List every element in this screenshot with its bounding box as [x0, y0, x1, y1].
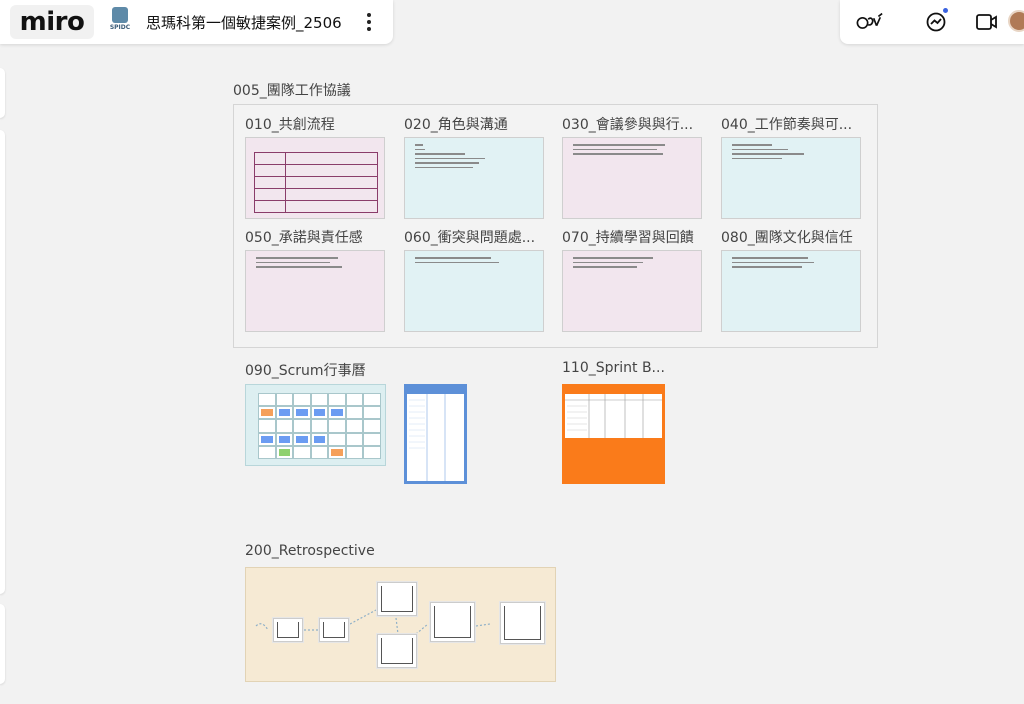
scrum-calendar[interactable]: [245, 384, 386, 466]
product-backlog-board[interactable]: [404, 384, 467, 484]
frame-010-cocreation[interactable]: [245, 137, 385, 219]
left-toolbar-top[interactable]: [0, 68, 5, 118]
frame-040-rhythm[interactable]: [721, 137, 861, 219]
group-title[interactable]: 005_團隊工作協議: [233, 80, 351, 100]
text-lines: [732, 257, 814, 271]
frame-070-learning[interactable]: [562, 250, 702, 332]
left-toolbar-main[interactable]: [0, 130, 5, 594]
retro-card-5[interactable]: [430, 602, 475, 642]
more-options-icon[interactable]: [364, 13, 374, 31]
user-avatar[interactable]: [1008, 10, 1024, 32]
text-lines: [415, 144, 485, 171]
frame-030-meetings[interactable]: [562, 137, 702, 219]
frame-title-020[interactable]: 020_角色與溝通: [404, 114, 508, 134]
retro-card-6[interactable]: [500, 602, 545, 644]
frame-title-200[interactable]: 200_Retrospective: [245, 543, 375, 559]
text-lines: [573, 144, 665, 158]
frame-title-040[interactable]: 040_工作節奏與可...: [721, 114, 852, 134]
retro-card-2[interactable]: [319, 618, 349, 642]
frame-060-conflict[interactable]: [404, 250, 544, 332]
frame-title-080[interactable]: 080_團隊文化與信任: [721, 227, 853, 247]
retro-card-4[interactable]: [377, 634, 417, 668]
frame-050-commitment[interactable]: [245, 250, 385, 332]
retro-card-1[interactable]: [273, 618, 303, 642]
sprint-body: [565, 394, 662, 438]
frame-title-060[interactable]: 060_衝突與問題處...: [404, 227, 535, 247]
collaboration-toolbar: [840, 0, 1024, 44]
board-title[interactable]: 思瑪科第一個敏捷案例_2506: [146, 12, 342, 33]
board-header: miro SPIDC 思瑪科第一個敏捷案例_2506: [0, 0, 393, 44]
frame-title-010[interactable]: 010_共創流程: [245, 114, 335, 134]
board-icon-shape: [112, 7, 128, 23]
frame-title-070[interactable]: 070_持續學習與回饋: [562, 227, 694, 247]
left-toolbar-bottom[interactable]: [0, 604, 5, 684]
reactions-icon[interactable]: [856, 8, 884, 36]
logo-text: miro: [19, 7, 85, 37]
frame-title-030[interactable]: 030_會議參與與行...: [562, 114, 693, 134]
video-call-icon[interactable]: [973, 8, 1001, 36]
sprint-board[interactable]: [562, 384, 665, 484]
chat-icon[interactable]: [922, 8, 950, 36]
board-icon-label: SPIDC: [109, 24, 131, 31]
notification-dot: [943, 8, 948, 13]
frame-title-050[interactable]: 050_承諾與責任感: [245, 227, 363, 247]
backlog-body: [407, 394, 464, 481]
text-lines: [573, 257, 653, 271]
frame-title-110[interactable]: 110_Sprint B...: [562, 360, 665, 376]
miro-logo[interactable]: miro: [10, 5, 94, 39]
retrospective-board[interactable]: [245, 567, 556, 682]
board-icon[interactable]: SPIDC: [108, 7, 132, 37]
retro-card-3[interactable]: [377, 582, 417, 616]
text-lines: [415, 257, 499, 266]
frame-title-090[interactable]: 090_Scrum行事曆: [245, 360, 366, 380]
text-lines: [732, 144, 804, 162]
text-lines: [256, 257, 342, 271]
calendar-grid: [258, 393, 381, 459]
frame-020-roles[interactable]: [404, 137, 544, 219]
frame-080-culture[interactable]: [721, 250, 861, 332]
mini-table: [254, 152, 379, 213]
